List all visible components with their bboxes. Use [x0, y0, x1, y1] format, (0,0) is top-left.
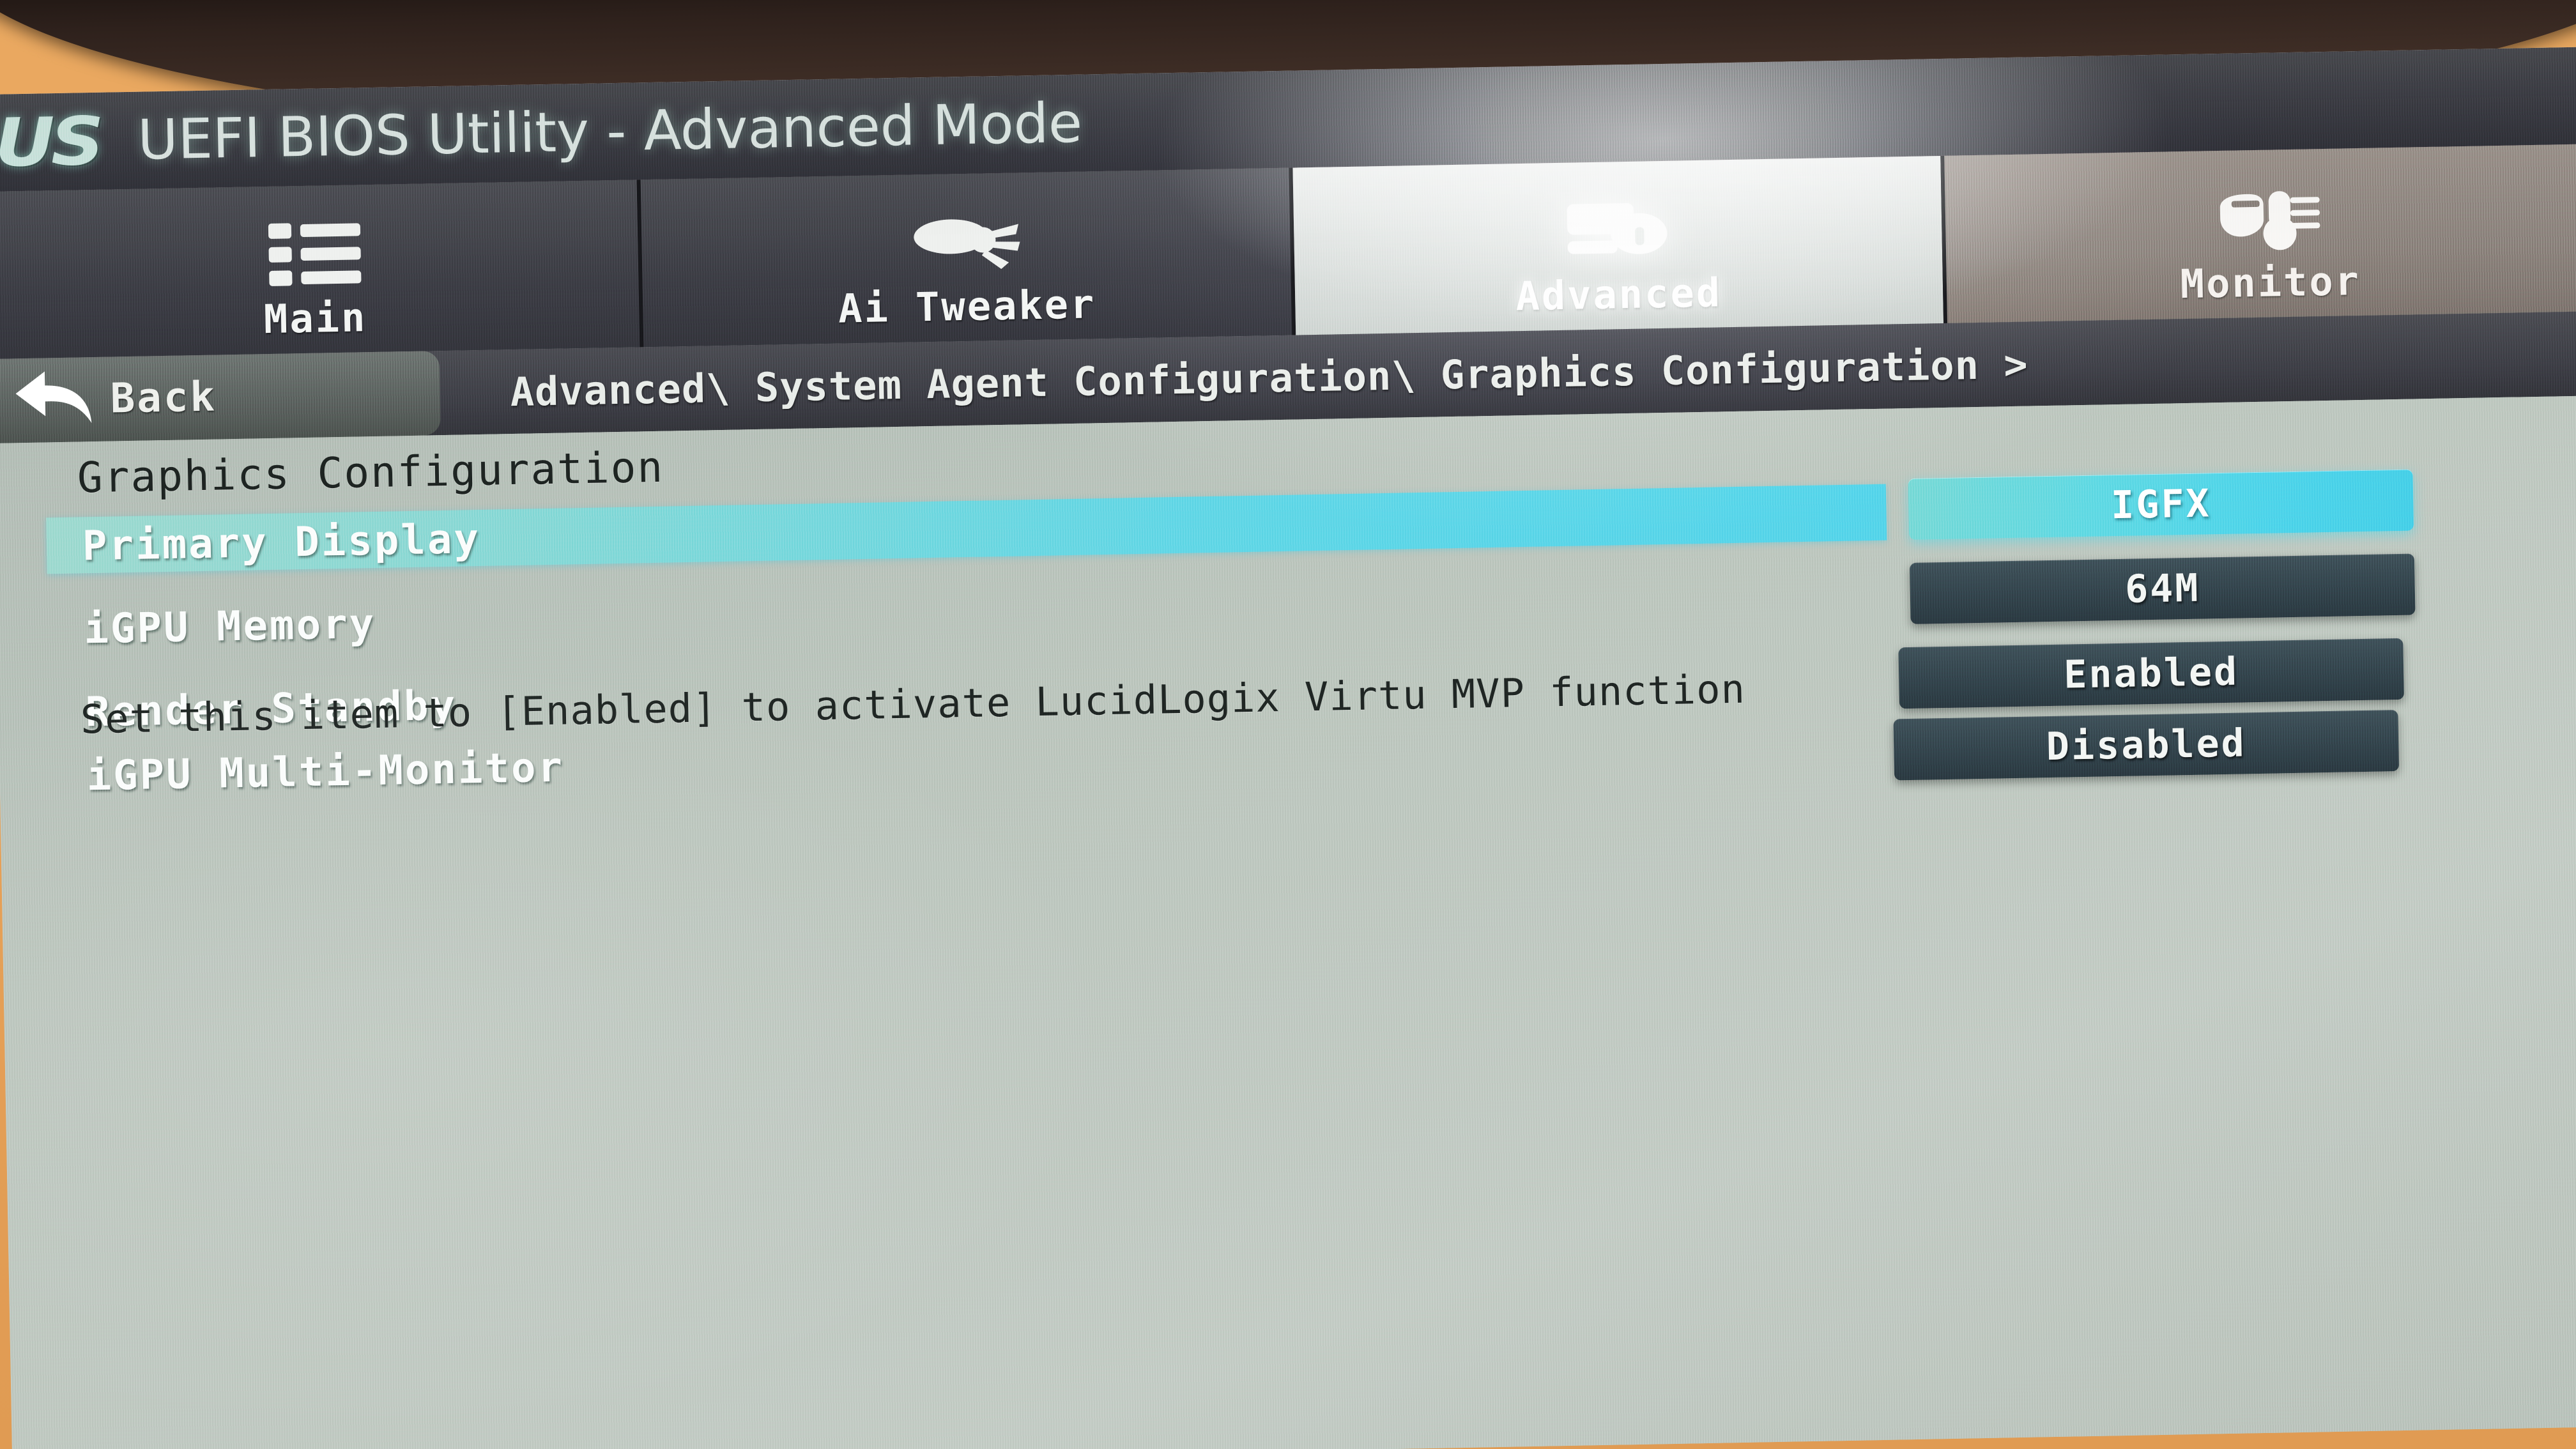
tab-monitor[interactable]: Monitor: [1944, 144, 2576, 323]
bios-screen: SUS UEFI BIOS Utility - Advanced Mode Ma…: [0, 47, 2576, 1449]
asus-logo: SUS: [0, 102, 101, 183]
value-button-igpu-memory[interactable]: 64M: [1909, 553, 2416, 624]
tab-ai-tweaker[interactable]: Ai Tweaker: [640, 167, 1296, 348]
tab-advanced[interactable]: Advanced: [1292, 155, 1947, 335]
back-button[interactable]: Back: [0, 351, 441, 443]
setting-row-igpu-memory[interactable]: iGPU Memory: [0, 567, 1914, 661]
tab-monitor-label: Monitor: [2180, 257, 2361, 308]
tab-main-label: Main: [263, 294, 367, 343]
settings-pane: Graphics Configuration Primary Display i…: [0, 395, 2576, 1449]
value-button-primary-display[interactable]: IGFX: [1908, 469, 2414, 540]
tab-ai-tweaker-label: Ai Tweaker: [838, 280, 1096, 332]
back-arrow-icon: [10, 369, 95, 431]
monitor-photo: SUS UEFI BIOS Utility - Advanced Mode Ma…: [0, 0, 2576, 1449]
turbine-icon: [911, 203, 1021, 281]
value-button-render-standby[interactable]: Enabled: [1898, 638, 2404, 709]
setting-label: iGPU Memory: [83, 601, 376, 654]
section-title: Graphics Configuration: [77, 442, 664, 503]
tab-main[interactable]: Main: [0, 180, 644, 359]
back-button-label: Back: [110, 373, 217, 423]
setting-label: Primary Display: [82, 515, 481, 571]
list-icon: [266, 215, 363, 293]
setting-label: iGPU Multi-Monitor: [86, 744, 565, 801]
value-button-igpu-multi-monitor[interactable]: Disabled: [1893, 710, 2400, 781]
thermometer-icon: [2214, 179, 2324, 257]
page-title: UEFI BIOS Utility - Advanced Mode: [137, 91, 1083, 172]
tab-advanced-label: Advanced: [1515, 269, 1722, 320]
chip-card-icon: [1563, 191, 1673, 270]
